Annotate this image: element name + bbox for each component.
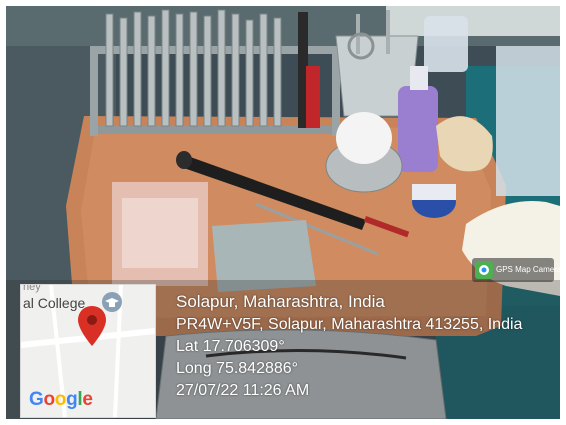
location-title: Solapur, Maharashtra, India — [176, 292, 385, 311]
google-logo-letter: e — [82, 389, 93, 410]
map-pin-icon — [78, 306, 106, 346]
map-thumbnail[interactable]: hey al College Google — [20, 284, 156, 418]
map-place-label: al College — [23, 295, 86, 311]
gps-map-camera-icon — [475, 261, 493, 279]
location-datetime: 27/07/22 11:26 AM — [176, 382, 310, 399]
photo-frame: hey al College Google GPS Map Camera Sol… — [6, 6, 560, 419]
location-latitude: Lat 17.706309° — [176, 338, 285, 355]
google-logo-letter: g — [66, 389, 78, 410]
gps-map-camera-badge: GPS Map Camera — [472, 258, 560, 282]
location-address: PR4W+V5F, Solapur, Maharashtra 413255, I… — [176, 316, 523, 333]
gps-map-camera-label: GPS Map Camera — [496, 265, 560, 274]
google-logo-letter: G — [29, 389, 44, 410]
google-logo-letter: o — [43, 389, 55, 410]
location-longitude: Long 75.842886° — [176, 360, 299, 377]
google-logo: Google — [29, 389, 93, 411]
google-logo-letter: o — [54, 389, 67, 410]
map-place-label-top: hey — [23, 284, 41, 293]
location-info: Solapur, Maharashtra, India PR4W+V5F, So… — [176, 290, 522, 402]
